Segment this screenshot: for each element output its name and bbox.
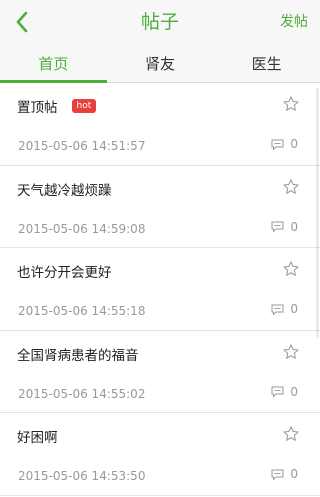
post-title: 好困啊 [17, 430, 58, 446]
post-date: 2015-05-06 14:51:57 [18, 139, 146, 153]
comment-icon [271, 304, 284, 315]
comment-count: 0 [290, 384, 298, 399]
star-icon[interactable] [282, 178, 300, 196]
comment-count-group: 0 [271, 220, 298, 234]
tab-home[interactable]: 首页 [0, 45, 107, 83]
post-item[interactable]: 好困啊 2015-05-06 14:53:50 0 [0, 413, 320, 496]
comment-icon [271, 139, 284, 150]
tab-home-label: 首页 [38, 55, 69, 73]
comment-count-group: 0 [271, 467, 298, 481]
page-title: 帖子 [140, 11, 179, 33]
comment-icon [271, 386, 284, 397]
comment-count: 0 [290, 219, 298, 234]
top-bar: 帖子 发帖 [0, 0, 320, 45]
comment-count-group: 0 [271, 137, 298, 151]
comment-icon [271, 469, 284, 480]
hot-badge: hot [71, 99, 97, 113]
post-title-row: 好困啊 [17, 426, 58, 446]
comment-count-group: 0 [271, 385, 298, 399]
post-title-row: 也许分开会更好 [17, 261, 112, 281]
scrollbar[interactable] [316, 88, 319, 338]
tab-kidney-friends-label: 肾友 [145, 55, 176, 73]
post-date: 2015-05-06 14:55:02 [18, 386, 146, 401]
post-date: 2015-05-06 14:55:18 [18, 304, 146, 318]
post-title-row: 全国肾病患者的福音 [17, 344, 139, 364]
post-title-row: 置顶帖 hot [17, 96, 97, 116]
comment-count: 0 [290, 302, 298, 316]
post-title-row: 天气越冷越烦躁 [17, 179, 112, 199]
post-item[interactable]: 天气越冷越烦躁 2015-05-06 14:59:08 0 [0, 165, 320, 248]
comment-count: 0 [290, 467, 298, 481]
tab-doctors-label: 医生 [251, 55, 282, 73]
post-list: 置顶帖 hot 2015-05-06 14:51:57 0 天气越冷越烦躁 20… [0, 83, 320, 496]
post-title: 天气越冷越烦躁 [17, 182, 112, 199]
post-item[interactable]: 也许分开会更好 2015-05-06 14:55:18 0 [0, 248, 320, 331]
star-icon[interactable] [282, 425, 300, 443]
star-icon[interactable] [282, 95, 300, 113]
post-title: 全国肾病患者的福音 [17, 347, 139, 364]
post-date: 2015-05-06 14:59:08 [18, 221, 146, 236]
tab-doctors[interactable]: 医生 [213, 45, 320, 82]
post-title: 置顶帖 [17, 100, 58, 116]
star-icon[interactable] [282, 260, 300, 278]
comment-count: 0 [290, 137, 298, 151]
star-icon[interactable] [282, 343, 300, 361]
post-date: 2015-05-06 14:53:50 [18, 469, 146, 483]
post-item[interactable]: 置顶帖 hot 2015-05-06 14:51:57 0 [0, 83, 320, 166]
posts-screen: 帖子 发帖 首页 肾友 医生 置顶帖 hot 2015-05-06 14:51:… [0, 0, 320, 497]
comment-icon [271, 221, 284, 232]
comment-count-group: 0 [271, 302, 298, 316]
new-post-button[interactable]: 发帖 [280, 0, 308, 45]
tab-kidney-friends[interactable]: 肾友 [107, 45, 214, 82]
tab-bar: 首页 肾友 医生 [0, 45, 320, 83]
post-title: 也许分开会更好 [17, 265, 112, 281]
post-item[interactable]: 全国肾病患者的福音 2015-05-06 14:55:02 0 [0, 330, 320, 413]
